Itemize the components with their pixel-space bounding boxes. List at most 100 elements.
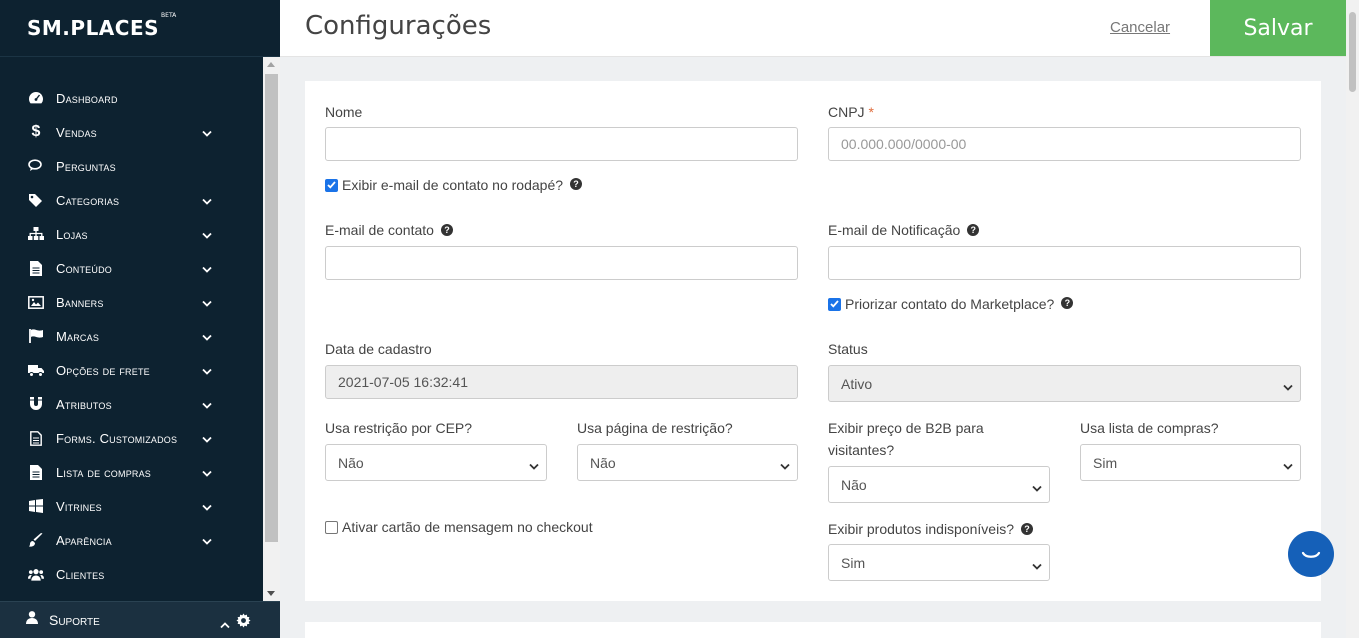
chevron-down-icon: [202, 465, 212, 483]
sidebar-item-lista-compras[interactable]: Lista de compras: [0, 455, 263, 489]
cnpj-input[interactable]: [828, 127, 1301, 161]
truck-icon: [28, 362, 44, 378]
sidebar-item-suporte[interactable]: Suporte: [0, 601, 280, 638]
sidebar-item-label: Marcas: [56, 328, 100, 344]
sidebar-scrollbar-thumb[interactable]: [265, 74, 278, 542]
sidebar-scrollbar[interactable]: [263, 57, 280, 601]
data-cadastro-input: [325, 365, 798, 399]
chevron-down-icon: [202, 499, 212, 517]
sidebar-item-label: Vendas: [56, 124, 97, 140]
sidebar-item-label: Forms. Customizados: [56, 430, 178, 446]
b2b-select[interactable]: Não: [828, 466, 1050, 503]
help-icon[interactable]: ?: [570, 178, 583, 190]
cartao-checkbox-row[interactable]: Ativar cartão de mensagem no checkout: [325, 519, 593, 535]
sidebar-item-aparencia[interactable]: Aparência: [0, 523, 263, 557]
b2b-selected-value: Não: [841, 476, 867, 493]
sidebar-item-label: Categorias: [56, 192, 120, 208]
chevron-down-icon: [1283, 458, 1293, 474]
chevron-up-icon[interactable]: [220, 616, 230, 634]
help-icon[interactable]: ?: [440, 224, 453, 237]
flag-icon: [28, 328, 44, 344]
user-icon: [26, 611, 38, 629]
sidebar-item-label: Dashboard: [56, 90, 118, 106]
beta-badge: BETA: [161, 12, 177, 20]
help-icon[interactable]: ?: [967, 224, 980, 237]
sidebar-item-label: Perguntas: [56, 158, 116, 174]
users-icon: [28, 566, 44, 582]
pagina-restricao-select[interactable]: Não: [577, 444, 798, 481]
chevron-down-icon: [529, 458, 539, 474]
sidebar-item-marcas[interactable]: Marcas: [0, 319, 263, 353]
chevron-down-icon: [202, 431, 212, 449]
sidebar-item-forms-customizados[interactable]: Forms. Customizados: [0, 421, 263, 455]
scroll-up-icon[interactable]: [267, 62, 275, 67]
tags-icon: [28, 192, 44, 208]
chevron-down-icon: [202, 193, 212, 211]
sidebar-item-label: Aparência: [56, 532, 112, 548]
logo[interactable]: SM.PLACESBETA: [27, 12, 176, 40]
gear-icon[interactable]: [236, 613, 251, 633]
b2b-label: Exibir preço de B2B para visitantes?: [828, 420, 984, 458]
sidebar-item-label: Atributos: [56, 396, 112, 412]
brush-icon: [28, 532, 44, 548]
cep-select[interactable]: Não: [325, 444, 547, 481]
chevron-down-icon: [1032, 558, 1042, 574]
save-button[interactable]: Salvar: [1210, 0, 1346, 56]
lista-compras-select[interactable]: Sim: [1080, 444, 1301, 481]
sidebar-item-vendas[interactable]: $ Vendas: [0, 115, 263, 149]
sidebar-item-label: Opções de frete: [56, 362, 150, 378]
sidebar-item-categorias[interactable]: Categorias: [0, 183, 263, 217]
page-scrollbar[interactable]: [1346, 0, 1359, 638]
sidebar-item-clientes[interactable]: Clientes: [0, 557, 263, 591]
scroll-down-icon[interactable]: [267, 591, 275, 596]
email-contato-input[interactable]: [325, 246, 798, 280]
sidebar-item-opcoes-frete[interactable]: Opções de frete: [0, 353, 263, 387]
status-select[interactable]: Ativo: [828, 365, 1301, 402]
priorizar-checkbox[interactable]: [828, 297, 841, 311]
chevron-down-icon: [202, 261, 212, 279]
sidebar-item-banners[interactable]: Banners: [0, 285, 263, 319]
chevron-down-icon: [202, 329, 212, 347]
cep-label: Usa restrição por CEP?: [325, 420, 473, 436]
sidebar-item-label: Clientes: [56, 566, 105, 582]
page-scrollbar-thumb[interactable]: [1349, 12, 1356, 92]
show-email-footer-checkbox[interactable]: [325, 178, 338, 192]
help-icon[interactable]: ?: [1021, 523, 1033, 536]
indisponiveis-selected-value: Sim: [841, 554, 866, 571]
sidebar-item-label: Lojas: [56, 226, 88, 242]
data-cadastro-label: Data de cadastro: [325, 341, 432, 357]
required-marker: *: [868, 104, 874, 120]
dollar-icon: $: [31, 123, 41, 140]
pagina-restricao-selected-value: Não: [590, 454, 616, 471]
sidebar-item-vitrines[interactable]: Vitrines: [0, 489, 263, 523]
sidebar-item-conteudo[interactable]: Conteúdo: [0, 251, 263, 285]
cnpj-label: CNPJ *: [828, 104, 874, 120]
cartao-checkbox[interactable]: [325, 520, 338, 534]
sidebar-item-lojas[interactable]: Lojas: [0, 217, 263, 251]
cartao-label: Ativar cartão de mensagem no checkout: [342, 519, 593, 535]
chat-widget-button[interactable]: [1288, 531, 1334, 577]
logo-divider: [0, 56, 280, 57]
list-file-icon: [28, 464, 44, 480]
chevron-down-icon: [202, 295, 212, 313]
nome-label: Nome: [325, 104, 363, 120]
sidebar-item-perguntas[interactable]: Perguntas: [0, 149, 263, 183]
priorizar-checkbox-row[interactable]: Priorizar contato do Marketplace? ?: [828, 296, 1074, 312]
settings-card: Nome CNPJ * Exibir e-mail de contato no …: [305, 81, 1321, 601]
status-label: Status: [828, 341, 868, 357]
status-selected-value: Ativo: [841, 375, 873, 392]
sidebar-item-dashboard[interactable]: Dashboard: [0, 81, 263, 115]
show-email-footer-checkbox-row[interactable]: Exibir e-mail de contato no rodapé? ?: [325, 177, 583, 193]
cep-selected-value: Não: [338, 454, 364, 471]
sidebar-item-label: Vitrines: [56, 498, 102, 514]
indisponiveis-select[interactable]: Sim: [828, 544, 1050, 581]
sidebar-item-label: Banners: [56, 294, 104, 310]
email-notificacao-input[interactable]: [828, 246, 1301, 280]
nome-input[interactable]: [325, 127, 798, 161]
pagina-restricao-label: Usa página de restrição?: [577, 420, 733, 436]
sidebar-item-atributos[interactable]: Atributos: [0, 387, 263, 421]
help-icon[interactable]: ?: [1061, 297, 1074, 309]
cancel-button[interactable]: Cancelar: [1110, 19, 1170, 36]
email-contato-label: E-mail de contato?: [325, 219, 453, 241]
chat-icon: [1301, 549, 1323, 568]
